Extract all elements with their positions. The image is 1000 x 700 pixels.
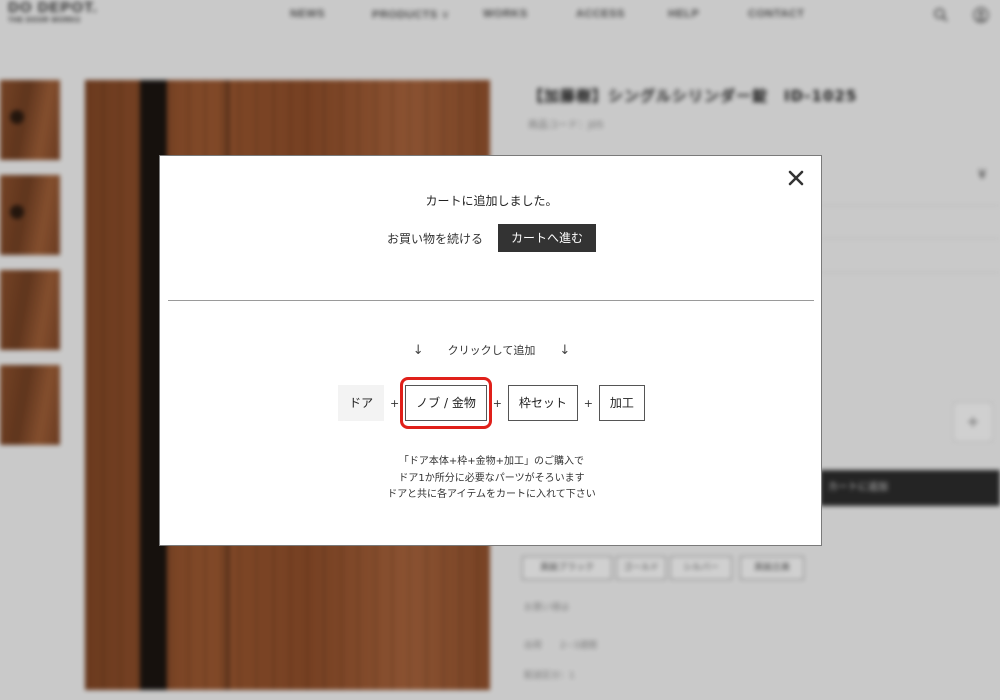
hint-text: クリックして追加 bbox=[447, 344, 536, 357]
modal-actions: お買い物を続ける カートへ進む bbox=[160, 224, 823, 252]
close-button[interactable] bbox=[786, 168, 806, 188]
modal-divider bbox=[168, 300, 814, 301]
part-knob-hardware[interactable]: ノブ / 金物 bbox=[400, 377, 492, 429]
continue-shopping-link[interactable]: お買い物を続ける bbox=[387, 230, 483, 247]
note-line: 「ドア本体+枠+金物+加工」のご購入で bbox=[398, 456, 585, 467]
parts-selector: ドア + ノブ / 金物 + 枠セット + 加工 bbox=[160, 377, 823, 429]
arrow-down-icon: ↓ bbox=[559, 342, 571, 358]
plus-sign: + bbox=[583, 396, 593, 410]
added-message: カートに追加しました。 bbox=[425, 194, 558, 208]
note-line: ドア1か所分に必要なパーツがそろいます bbox=[398, 472, 585, 484]
added-to-cart-modal: カートに追加しました。 お買い物を続ける カートへ進む ↓ クリックして追加 ↓… bbox=[159, 155, 822, 546]
go-to-cart-button[interactable]: カートへ進む bbox=[498, 224, 597, 252]
note-line: ドアと共に各アイテムをカートに入れて下さい bbox=[387, 489, 596, 500]
part-frame-set[interactable]: 枠セット bbox=[507, 385, 578, 421]
arrow-down-icon: ↓ bbox=[412, 342, 424, 358]
part-processing[interactable]: 加工 bbox=[598, 385, 645, 421]
part-door[interactable]: ドア bbox=[338, 385, 385, 421]
purchase-note: 「ドア本体+枠+金物+加工」のご購入で ドア1か所分に必要なパーツがそろいます … bbox=[160, 454, 823, 504]
click-to-add-hint: ↓ クリックして追加 ↓ bbox=[160, 342, 823, 358]
close-icon bbox=[788, 170, 804, 186]
